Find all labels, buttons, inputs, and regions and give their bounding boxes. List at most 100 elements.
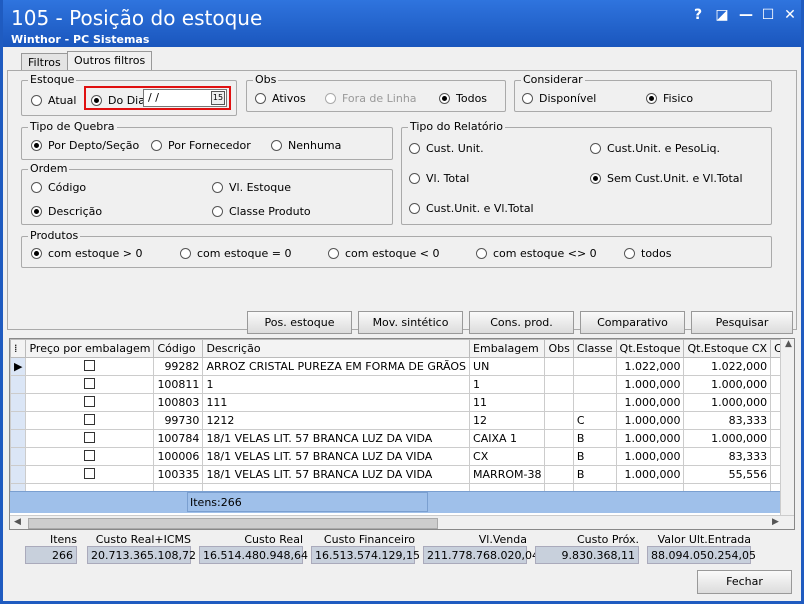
items-count: Itens:266	[187, 492, 428, 512]
col-header-qt-estoque-cx[interactable]: Qt.Estoque CX	[683, 339, 772, 358]
cell-qt-estoque-cx: 1.000,000	[683, 429, 772, 448]
col-header-preco[interactable]: Preço por embalagem	[25, 339, 155, 358]
radio-cust-unit-vl-total[interactable]: Cust.Unit. e Vl.Total	[409, 202, 534, 215]
row-indicator[interactable]	[10, 375, 27, 394]
cell-embalagem: 12	[469, 411, 546, 430]
col-header-obs[interactable]: Obs	[544, 339, 574, 358]
radio-atual[interactable]: Atual	[31, 94, 76, 107]
minimize-button[interactable]: —	[737, 6, 755, 24]
scroll-up-icon[interactable]: ▲	[781, 339, 794, 349]
scroll-thumb[interactable]	[28, 518, 438, 529]
row-indicator[interactable]	[10, 393, 27, 412]
cell-classe	[572, 375, 617, 394]
cell-obs	[544, 465, 574, 484]
radio-icon	[31, 182, 42, 193]
table-row[interactable]: 99730121212C1.000,00083,33310	[10, 411, 794, 430]
radio-cust-unit[interactable]: Cust. Unit.	[409, 142, 484, 155]
radio-todos-produtos[interactable]: todos	[624, 247, 672, 260]
radio-classe-produto[interactable]: Classe Produto	[212, 205, 311, 218]
radio-label: Sem Cust.Unit. e Vl.Total	[607, 172, 743, 185]
col-header-classe[interactable]: Classe	[572, 339, 617, 358]
pesquisar-button[interactable]: Pesquisar	[691, 311, 793, 334]
tab-filtros[interactable]: Filtros	[21, 53, 68, 71]
col-header-descricao[interactable]: Descrição	[202, 339, 471, 358]
table-row[interactable]: 100335 18/1 VELAS LIT. 57 BRANCA LUZ DA V…	[10, 465, 794, 484]
radio-nenhuma[interactable]: Nenhuma	[271, 139, 341, 152]
tab-outros-filtros[interactable]: Outros filtros	[67, 51, 153, 71]
total-label: Custo Financeiro	[323, 533, 415, 546]
calendar-icon[interactable]: 15	[211, 91, 225, 105]
col-header-embalagem[interactable]: Embalagem	[469, 339, 546, 358]
row-indicator[interactable]: ▶	[10, 357, 27, 376]
table-row[interactable]: 100006 18/1 VELAS LIT. 57 BRANCA LUZ DA V…	[10, 447, 794, 466]
preco-checkbox[interactable]	[84, 359, 96, 371]
radio-icon	[439, 93, 450, 104]
radio-estoque-menor[interactable]: com estoque < 0	[328, 247, 439, 260]
cell-embalagem: CX	[469, 447, 546, 466]
radio-fora-de-linha[interactable]: Fora de Linha	[325, 92, 417, 105]
table-row[interactable]: ▶ 99282 ARROZ CRISTAL PUREZA EM FORMA DE G…	[10, 357, 794, 376]
radio-label: Fora de Linha	[342, 92, 417, 105]
preco-checkbox-cell	[25, 429, 155, 448]
preco-checkbox[interactable]	[84, 395, 96, 407]
row-indicator[interactable]	[10, 429, 27, 448]
scroll-right-icon[interactable]: ▶	[772, 517, 779, 527]
radio-todos[interactable]: Todos	[439, 92, 487, 105]
radio-icon	[590, 173, 601, 184]
mov-sintetico-button[interactable]: Mov. sintético	[358, 311, 463, 334]
maximize-button[interactable]: ☐	[759, 6, 777, 24]
radio-label: Descrição	[48, 205, 103, 218]
radio-por-depto[interactable]: Por Depto/Seção	[31, 139, 139, 152]
radio-estoque-diferente[interactable]: com estoque <> 0	[476, 247, 597, 260]
total-value: 88.094.050.254,05	[647, 546, 756, 564]
results-grid[interactable]: ⁞ Preço por embalagem Código Descrição E…	[9, 338, 795, 530]
radio-do-dia[interactable]: Do Dia	[91, 94, 145, 107]
cell-codigo: 100811	[153, 375, 204, 394]
radio-por-fornecedor[interactable]: Por Fornecedor	[151, 139, 251, 152]
table-row[interactable]: 100803111111.000,0001.000,0000	[10, 393, 794, 412]
row-indicator[interactable]	[10, 447, 27, 466]
radio-sem-cust-unit[interactable]: Sem Cust.Unit. e Vl.Total	[590, 172, 743, 185]
radio-vl-total[interactable]: Vl. Total	[409, 172, 469, 185]
help-button[interactable]: ?	[689, 6, 707, 24]
restore-icon[interactable]: ◪	[713, 6, 731, 24]
horizontal-scrollbar[interactable]: ◀ ▶	[10, 515, 794, 529]
radio-fisico[interactable]: Fisico	[646, 92, 693, 105]
radio-icon	[255, 93, 266, 104]
pos-estoque-button[interactable]: Pos. estoque	[247, 311, 352, 334]
vertical-scrollbar[interactable]: ▲	[780, 339, 794, 515]
cell-qt-estoque-cx: 55,556	[683, 465, 772, 484]
radio-icon	[409, 143, 420, 154]
preco-checkbox[interactable]	[84, 413, 96, 425]
col-header-codigo[interactable]: Código	[153, 339, 204, 358]
row-indicator[interactable]	[10, 411, 27, 430]
radio-cust-unit-peso[interactable]: Cust.Unit. e PesoLiq.	[590, 142, 720, 155]
row-indicator[interactable]	[10, 465, 27, 484]
row-selector-header: ⁞	[10, 339, 27, 358]
table-row[interactable]: 100811111.000,0001.000,0000	[10, 375, 794, 394]
fechar-button[interactable]: Fechar	[697, 570, 792, 594]
cell-obs	[544, 393, 574, 412]
radio-descricao[interactable]: Descrição	[31, 205, 102, 218]
radio-estoque-maior[interactable]: com estoque > 0	[31, 247, 142, 260]
comparativo-button[interactable]: Comparativo	[580, 311, 685, 334]
radio-estoque-igual[interactable]: com estoque = 0	[180, 247, 291, 260]
close-button[interactable]: ✕	[781, 6, 799, 24]
radio-label: Fisico	[663, 92, 694, 105]
cell-descricao: 1212	[202, 411, 471, 430]
col-header-qt-estoque[interactable]: Qt.Estoque	[615, 339, 685, 358]
preco-checkbox[interactable]	[84, 377, 96, 389]
preco-checkbox[interactable]	[84, 449, 96, 461]
preco-checkbox[interactable]	[84, 431, 96, 443]
total-value: 20.713.365.108,72	[87, 546, 196, 564]
radio-vl-estoque[interactable]: Vl. Estoque	[212, 181, 291, 194]
window-title: 105 - Posição do estoque	[11, 6, 263, 30]
scroll-left-icon[interactable]: ◀	[14, 517, 21, 527]
radio-ativos[interactable]: Ativos	[255, 92, 306, 105]
preco-checkbox[interactable]	[84, 467, 96, 479]
radio-disponivel[interactable]: Disponível	[522, 92, 596, 105]
radio-codigo[interactable]: Código	[31, 181, 86, 194]
table-row[interactable]: 100784 18/1 VELAS LIT. 57 BRANCA LUZ DA V…	[10, 429, 794, 448]
preco-checkbox-cell	[25, 357, 155, 376]
cons-prod-master-button[interactable]: Cons. prod. master	[469, 311, 574, 350]
